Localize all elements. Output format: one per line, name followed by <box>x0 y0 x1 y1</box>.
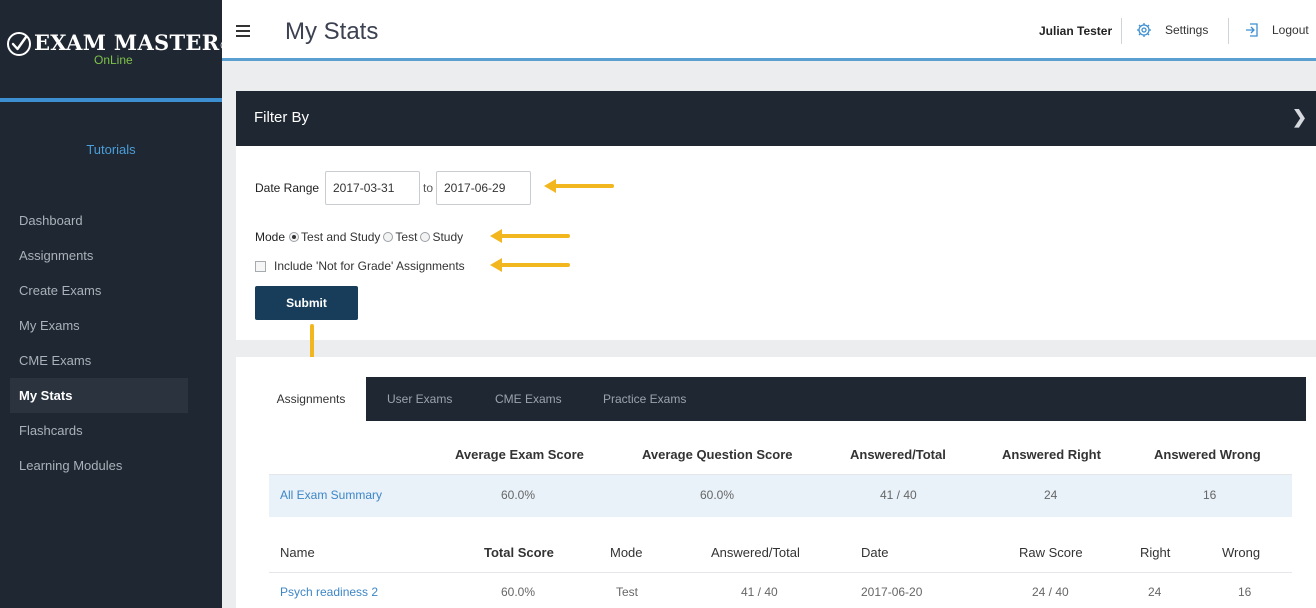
mode-label: Mode <box>255 230 286 244</box>
header-average-question-score: Average Question Score <box>642 447 793 462</box>
sidebar-item-my-stats[interactable]: My Stats <box>10 378 188 413</box>
user-name[interactable]: Julian Tester <box>1039 24 1112 38</box>
summary-answered-total: 41 / 40 <box>880 488 917 502</box>
not-for-grade-label: Include 'Not for Grade' Assignments <box>274 259 465 273</box>
mode-option-test-and-study: Test and Study <box>301 230 381 244</box>
sidebar-item-my-exams[interactable]: My Exams <box>10 308 188 343</box>
logout-icon <box>1246 23 1258 37</box>
row-right: 24 <box>1148 585 1162 599</box>
header-total-score: Total Score <box>484 545 554 560</box>
mode-option-test: Test <box>395 230 418 244</box>
logo[interactable]: EXAM MASTER® OnLine <box>0 0 231 98</box>
all-exam-summary-link[interactable]: All Exam Summary <box>280 488 382 502</box>
summary-right: 24 <box>1044 488 1058 502</box>
filter-panel-header[interactable]: Filter By ❯ <box>236 91 1316 146</box>
sidebar-item-create-exams[interactable]: Create Exams <box>10 273 188 308</box>
not-for-grade-checkbox[interactable] <box>255 260 266 272</box>
logout-label: Logout <box>1272 23 1309 37</box>
logo-subtitle: OnLine <box>94 53 133 67</box>
exam-name-link[interactable]: Psych readiness 2 <box>280 585 378 599</box>
filter-title: Filter By <box>254 109 310 126</box>
header-raw-score: Raw Score <box>1019 545 1083 560</box>
header-answered-wrong: Answered Wrong <box>1154 447 1261 462</box>
row-mode: Test <box>616 585 639 599</box>
sidebar-item-assignments[interactable]: Assignments <box>10 238 188 273</box>
mode-radio-test-and-study[interactable] <box>289 232 300 242</box>
sidebar-item-flashcards[interactable]: Flashcards <box>10 413 188 448</box>
date-to-label: to <box>423 181 434 195</box>
checkmark-circle-icon <box>7 32 31 56</box>
mode-radio-study[interactable] <box>420 232 431 242</box>
tab-user-exams[interactable]: User Exams <box>387 377 452 421</box>
summary-avg-question-score: 60.0% <box>700 488 735 502</box>
header-answered-right: Answered Right <box>1002 447 1101 462</box>
row-date: 2017-06-20 <box>861 585 923 599</box>
sidebar-item-cme-exams[interactable]: CME Exams <box>10 343 188 378</box>
summary-row <box>269 475 1292 517</box>
header-separator <box>1121 18 1122 44</box>
sidebar-nav: Dashboard Assignments Create Exams My Ex… <box>10 203 188 483</box>
logo-divider <box>0 98 222 102</box>
chevron-right-icon[interactable]: ❯ <box>1292 107 1307 128</box>
sidebar-item-learning-modules[interactable]: Learning Modules <box>10 448 188 483</box>
row-wrong: 16 <box>1238 585 1252 599</box>
header-wrong: Wrong <box>1222 545 1261 560</box>
summary-avg-exam-score: 60.0% <box>501 488 536 502</box>
header-answered-total: Answered/Total <box>850 447 946 462</box>
date-range-label: Date Range <box>255 181 320 195</box>
row-answered-total: 41 / 40 <box>741 585 778 599</box>
header-average-exam-score: Average Exam Score <box>455 447 584 462</box>
logout-button[interactable]: Logout <box>1244 22 1309 38</box>
row-total-score: 60.0% <box>501 585 536 599</box>
gear-icon <box>1137 23 1151 37</box>
tab-assignments[interactable]: Assignments <box>256 377 366 421</box>
logo-text: EXAM MASTER® <box>34 30 231 55</box>
settings-button[interactable]: Settings <box>1136 22 1208 38</box>
mode-option-study: Study <box>432 230 464 244</box>
tutorials-link[interactable]: Tutorials <box>0 142 222 157</box>
mode-radio-test[interactable] <box>383 232 394 242</box>
header-answered-total: Answered/Total <box>711 545 800 560</box>
row-raw-score: 24 / 40 <box>1032 585 1069 599</box>
header-mode: Mode <box>610 545 643 560</box>
annotation-arrow-icon <box>490 229 570 243</box>
summary-wrong: 16 <box>1203 488 1217 502</box>
header-date: Date <box>861 545 889 560</box>
header-right: Right <box>1140 545 1171 560</box>
mode-row: Mode Test and Study Test Study <box>255 230 466 244</box>
sidebar-item-dashboard[interactable]: Dashboard <box>10 203 188 238</box>
hamburger-icon[interactable] <box>236 25 250 37</box>
date-from-input[interactable]: 2017-03-31 <box>325 171 420 205</box>
submit-button[interactable]: Submit <box>255 286 358 320</box>
header-name: Name <box>280 545 315 560</box>
annotation-arrow-icon <box>544 179 614 193</box>
tab-practice-exams[interactable]: Practice Exams <box>603 377 686 421</box>
not-for-grade-row: Include 'Not for Grade' Assignments <box>255 259 465 273</box>
header-separator <box>1228 18 1229 44</box>
date-to-input[interactable]: 2017-06-29 <box>436 171 531 205</box>
annotation-arrow-icon <box>490 258 570 272</box>
settings-label: Settings <box>1165 23 1209 37</box>
page-title: My Stats <box>285 18 379 45</box>
tab-cme-exams[interactable]: CME Exams <box>495 377 562 421</box>
